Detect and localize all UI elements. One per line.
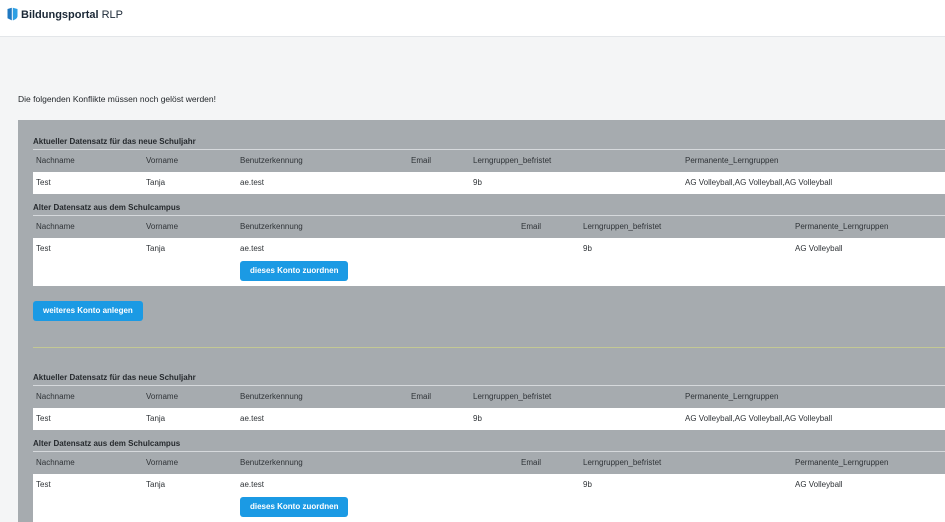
column-header-benutzerkennung: Benutzerkennung	[240, 392, 303, 401]
previous-record-row: Test Tanja ae.test dieses Konto zuordnen…	[33, 474, 945, 522]
cell-permanente-lerngruppen: AG Volleyball,AG Volleyball,AG Volleybal…	[685, 414, 833, 423]
previous-record-row: Test Tanja ae.test dieses Konto zuordnen…	[33, 238, 945, 286]
previous-record-title: Alter Datensatz aus dem Schulcampus	[33, 438, 945, 452]
current-record-header-row: Nachname Vorname Benutzerkennung Email L…	[33, 386, 945, 408]
cell-vorname: Tanja	[146, 178, 166, 187]
cell-lerngruppen-befristet: 9b	[473, 178, 482, 187]
previous-record-title: Alter Datensatz aus dem Schulcampus	[33, 202, 945, 216]
cell-permanente-lerngruppen: AG Volleyball	[795, 480, 843, 489]
current-record-row: Test Tanja ae.test 9b AG Volleyball,AG V…	[33, 408, 945, 430]
column-header-benutzerkennung: Benutzerkennung	[240, 458, 303, 467]
current-record-row: Test Tanja ae.test 9b AG Volleyball,AG V…	[33, 172, 945, 194]
column-header-nachname: Nachname	[36, 156, 75, 165]
conflicts-intro-text: Die folgenden Konflikte müssen noch gelö…	[18, 94, 216, 104]
conflict-block: Aktueller Datensatz für das neue Schulja…	[33, 120, 945, 347]
column-header-lerngruppen-befristet: Lerngruppen_befristet	[583, 222, 662, 231]
cell-lerngruppen-befristet: 9b	[583, 480, 592, 489]
conflict-actions: weiteres Konto anlegen	[33, 286, 945, 321]
cell-permanente-lerngruppen: AG Volleyball,AG Volleyball,AG Volleybal…	[685, 178, 833, 187]
cell-benutzerkennung: ae.test	[240, 178, 265, 187]
cell-nachname: Test	[36, 480, 51, 489]
cell-email	[408, 172, 470, 194]
column-header-email: Email	[521, 222, 542, 231]
cell-vorname: Tanja	[146, 480, 166, 489]
column-header-vorname: Vorname	[146, 222, 179, 231]
current-record-header-row: Nachname Vorname Benutzerkennung Email L…	[33, 150, 945, 172]
conflict-block: Aktueller Datensatz für das neue Schulja…	[33, 356, 945, 522]
column-header-permanente-lerngruppen: Permanente_Lerngruppen	[795, 222, 889, 231]
cell-nachname: Test	[36, 178, 51, 187]
assign-account-button[interactable]: dieses Konto zuordnen	[240, 497, 349, 517]
column-header-nachname: Nachname	[36, 458, 75, 467]
cell-email	[518, 474, 580, 522]
column-header-benutzerkennung: Benutzerkennung	[240, 156, 303, 165]
cell-benutzerkennung-with-action: ae.test dieses Konto zuordnen	[237, 238, 518, 286]
cell-vorname: Tanja	[146, 414, 166, 423]
column-header-lerngruppen-befristet: Lerngruppen_befristet	[583, 458, 662, 467]
column-header-email: Email	[521, 458, 542, 467]
previous-record-header-row: Nachname Vorname Benutzerkennung Email L…	[33, 452, 945, 474]
column-header-nachname: Nachname	[36, 392, 75, 401]
cell-lerngruppen-befristet: 9b	[473, 414, 482, 423]
brand-name: Bildungsportal	[21, 9, 99, 21]
column-header-lerngruppen-befristet: Lerngruppen_befristet	[473, 156, 552, 165]
cell-nachname: Test	[36, 414, 51, 423]
cell-email	[518, 238, 580, 286]
column-header-permanente-lerngruppen: Permanente_Lerngruppen	[685, 156, 779, 165]
create-account-button[interactable]: weiteres Konto anlegen	[33, 301, 143, 321]
column-header-vorname: Vorname	[146, 156, 179, 165]
cell-benutzerkennung: ae.test	[240, 244, 265, 253]
cell-benutzerkennung: ae.test	[240, 480, 265, 489]
column-header-permanente-lerngruppen: Permanente_Lerngruppen	[685, 392, 779, 401]
assign-account-button[interactable]: dieses Konto zuordnen	[240, 261, 349, 281]
current-record-title: Aktueller Datensatz für das neue Schulja…	[33, 372, 945, 386]
previous-record-header-row: Nachname Vorname Benutzerkennung Email L…	[33, 216, 945, 238]
cell-permanente-lerngruppen: AG Volleyball	[795, 244, 843, 253]
cell-benutzerkennung-with-action: ae.test dieses Konto zuordnen	[237, 474, 518, 522]
cell-nachname: Test	[36, 244, 51, 253]
conflict-separator	[33, 347, 945, 348]
cell-email	[408, 408, 470, 430]
column-header-permanente-lerngruppen: Permanente_Lerngruppen	[795, 458, 889, 467]
column-header-lerngruppen-befristet: Lerngruppen_befristet	[473, 392, 552, 401]
column-header-nachname: Nachname	[36, 222, 75, 231]
column-header-email: Email	[411, 392, 432, 401]
top-bar: Bildungsportal RLP	[0, 0, 945, 37]
bildungsportal-logo-icon[interactable]	[7, 7, 18, 21]
cell-lerngruppen-befristet: 9b	[583, 244, 592, 253]
cell-vorname: Tanja	[146, 244, 166, 253]
conflicts-panel: Aktueller Datensatz für das neue Schulja…	[18, 120, 945, 522]
cell-benutzerkennung: ae.test	[240, 414, 265, 423]
column-header-email: Email	[411, 156, 432, 165]
brand-title[interactable]: Bildungsportal RLP	[21, 8, 123, 22]
column-header-vorname: Vorname	[146, 458, 179, 467]
column-header-benutzerkennung: Benutzerkennung	[240, 222, 303, 231]
current-record-title: Aktueller Datensatz für das neue Schulja…	[33, 136, 945, 150]
column-header-vorname: Vorname	[146, 392, 179, 401]
brand-region: RLP	[101, 9, 124, 21]
